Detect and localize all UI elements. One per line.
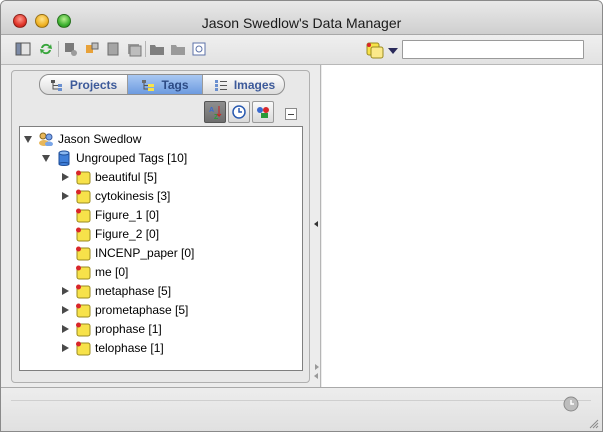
hierarchy-icon <box>50 79 64 91</box>
clock-icon <box>232 105 246 119</box>
app-window: Jason Swedlow's Data Manager Projects Ta… <box>0 0 603 432</box>
tag-filter-icon[interactable] <box>365 41 385 59</box>
tag-icon <box>75 302 91 318</box>
disclosure-collapsed-icon[interactable] <box>60 172 70 182</box>
tree-item[interactable]: prometaphase [5] <box>60 301 188 319</box>
tree-item[interactable]: cytokinesis [3] <box>60 187 170 205</box>
tag-icon <box>75 207 91 223</box>
sort-alpha-button[interactable]: AZ <box>204 101 226 123</box>
annotate-icon[interactable] <box>63 41 79 57</box>
expand-right-icon[interactable] <box>315 364 319 370</box>
tree-group[interactable]: Ungrouped Tags [10] <box>41 149 187 167</box>
tag-icon <box>75 283 91 299</box>
disclosure-collapsed-icon[interactable] <box>60 343 70 353</box>
tree-item[interactable]: me [0] <box>60 263 128 281</box>
tree-item-label: Figure_1 [0] <box>95 208 160 222</box>
refresh-icon[interactable] <box>38 41 54 57</box>
tag-folder-icon[interactable] <box>149 41 165 57</box>
divider <box>11 400 591 401</box>
tree-item-label: Figure_2 [0] <box>95 227 160 241</box>
resize-grip-icon[interactable] <box>587 417 599 429</box>
title-bar[interactable]: Jason Swedlow's Data Manager <box>1 1 602 35</box>
disclosure-expanded-icon[interactable] <box>23 134 33 144</box>
tree-root[interactable]: Jason Swedlow <box>23 130 141 148</box>
tab-images[interactable]: Images <box>203 75 284 94</box>
tab-projects-label: Projects <box>69 77 118 92</box>
sort-alpha-icon: AZ <box>209 106 222 120</box>
database-icon <box>56 150 72 166</box>
browser-panel: Projects Tags Images AZ Jason Swedlow Un… <box>11 70 310 383</box>
folder-icon[interactable] <box>170 41 186 57</box>
tree-item-label: cytokinesis [3] <box>95 189 171 203</box>
collapse-left-icon[interactable] <box>314 221 318 227</box>
tag-icon <box>75 169 91 185</box>
disclosure-collapsed-icon[interactable] <box>60 305 70 315</box>
tree-toolbar: AZ <box>204 101 274 123</box>
tree-item[interactable]: telophase [1] <box>60 339 164 357</box>
detail-panel <box>322 65 602 387</box>
classify-icon[interactable] <box>84 41 100 57</box>
tree-item[interactable]: Figure_1 [0] <box>60 206 159 224</box>
clipboard-icon[interactable] <box>105 41 121 57</box>
tree-item[interactable]: Figure_2 [0] <box>60 225 159 243</box>
tab-tags-label: Tags <box>161 77 189 92</box>
tab-images-label: Images <box>233 77 276 92</box>
tree-item[interactable]: metaphase [5] <box>60 282 171 300</box>
disclosure-collapsed-icon[interactable] <box>60 286 70 296</box>
tree-root-label: Jason Swedlow <box>58 132 142 146</box>
svg-text:A: A <box>209 107 214 114</box>
search-input[interactable] <box>402 40 584 59</box>
status-bar <box>1 387 602 431</box>
tag-icon <box>75 226 91 242</box>
tree-item-label: me [0] <box>95 265 129 279</box>
chevron-down-icon[interactable] <box>388 48 398 54</box>
tree-item-label: INCENP_paper [0] <box>95 246 195 260</box>
sort-date-button[interactable] <box>228 101 250 123</box>
tree-item-label: telophase [1] <box>95 341 164 355</box>
disclosure-collapsed-icon[interactable] <box>60 324 70 334</box>
preview-icon[interactable] <box>191 41 207 57</box>
tag-icon <box>75 321 91 337</box>
tag-icon <box>75 264 91 280</box>
collapse-all-button[interactable] <box>285 108 297 120</box>
image-list-icon[interactable] <box>126 41 142 57</box>
add-tag-button[interactable] <box>252 101 274 123</box>
tab-tags[interactable]: Tags <box>128 75 203 94</box>
tag-icon <box>75 188 91 204</box>
tag-tree-icon <box>141 79 155 91</box>
users-icon <box>38 131 54 147</box>
tree-group-label: Ungrouped Tags [10] <box>76 151 188 165</box>
tag-icon <box>75 245 91 261</box>
tab-projects[interactable]: Projects <box>40 75 128 94</box>
tag-icon <box>75 340 91 356</box>
tag-tree[interactable]: Jason Swedlow Ungrouped Tags [10] beauti… <box>19 126 303 371</box>
add-tag-icon <box>257 107 269 118</box>
browser-tabs: Projects Tags Images <box>39 74 285 95</box>
expand-left-icon[interactable] <box>314 373 318 379</box>
status-clock-icon <box>562 394 580 412</box>
toolbar <box>1 35 602 65</box>
tree-item-label: prometaphase [5] <box>95 303 189 317</box>
tree-item-label: prophase [1] <box>95 322 162 336</box>
browser-view-icon[interactable] <box>15 41 31 57</box>
tree-item-label: metaphase [5] <box>95 284 172 298</box>
disclosure-expanded-icon[interactable] <box>41 153 51 163</box>
disclosure-collapsed-icon[interactable] <box>60 191 70 201</box>
tree-item[interactable]: prophase [1] <box>60 320 162 338</box>
tree-item[interactable]: beautiful [5] <box>60 168 157 186</box>
window-title: Jason Swedlow's Data Manager <box>201 15 402 31</box>
image-list-icon <box>214 79 228 91</box>
tree-item-label: beautiful [5] <box>95 170 158 184</box>
tree-item[interactable]: INCENP_paper [0] <box>60 244 194 262</box>
